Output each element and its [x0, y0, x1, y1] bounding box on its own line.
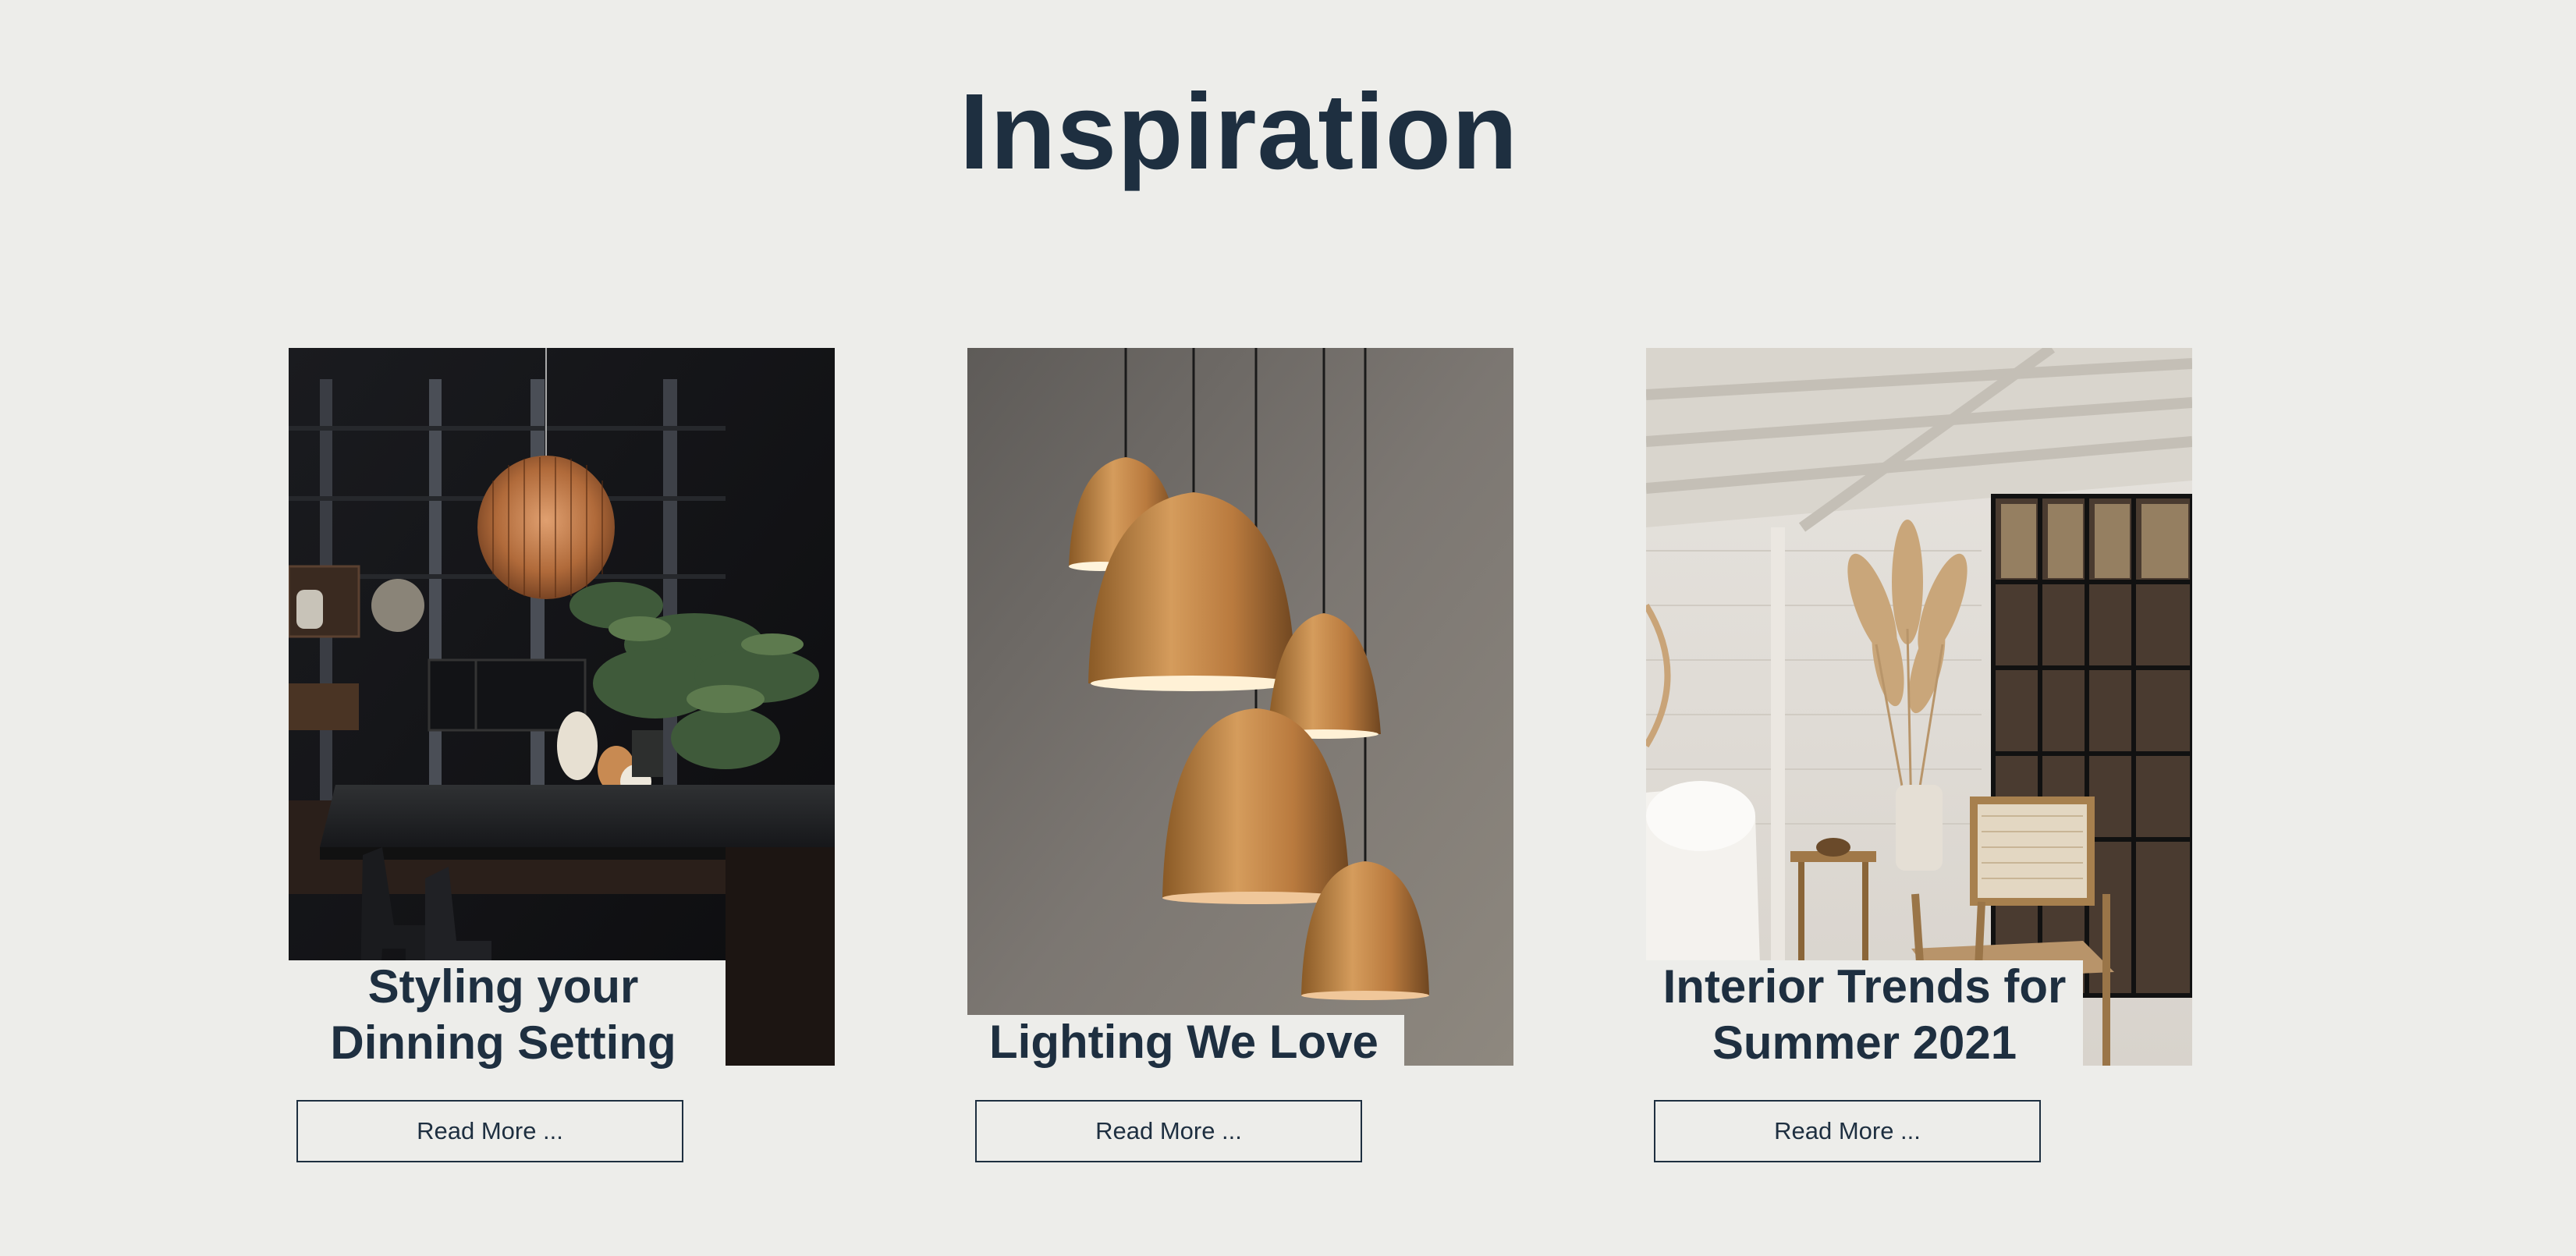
- read-more-button[interactable]: Read More ...: [296, 1100, 683, 1162]
- article-title: Lighting We Love: [989, 1016, 1378, 1068]
- caption-box: Lighting We Love: [967, 1015, 1404, 1070]
- read-more-button[interactable]: Read More ...: [975, 1100, 1362, 1162]
- read-more-button[interactable]: Read More ...: [1654, 1100, 2041, 1162]
- article-title: Interior Trends for Summer 2021: [1662, 960, 2067, 1069]
- caption-box: Interior Trends for Summer 2021: [1646, 960, 2083, 1070]
- article-card-lighting: Lighting We Love Read More ...: [967, 348, 1513, 1167]
- article-title: Styling your Dinning Setting: [330, 960, 676, 1069]
- summer-interior-image[interactable]: [1646, 348, 2192, 1066]
- article-card-trends: Interior Trends for Summer 2021 Read Mor…: [1646, 348, 2192, 1167]
- pendant-lamps-image[interactable]: [967, 348, 1513, 1066]
- page-title: Inspiration: [959, 72, 1519, 192]
- article-card-dining: Styling your Dinning Setting Read More .…: [281, 348, 835, 1167]
- caption-box: Styling your Dinning Setting: [281, 960, 726, 1070]
- dining-room-image[interactable]: [289, 348, 835, 1066]
